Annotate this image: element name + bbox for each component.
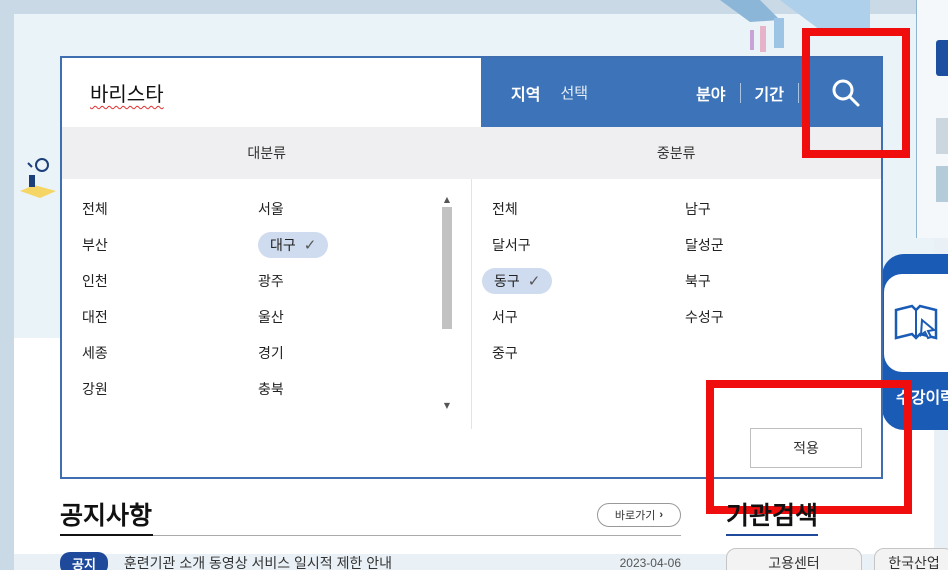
left-strip: [0, 0, 14, 570]
book-pointer-icon: [894, 304, 938, 340]
lightbulb-illustration: [20, 158, 56, 198]
category-item-label: 중구: [492, 345, 518, 361]
right-side-button[interactable]: [936, 40, 948, 76]
category-item-label: 대구: [270, 237, 296, 253]
category-item-label: 서울: [258, 201, 284, 217]
category-item-label: 동구: [494, 273, 520, 289]
goto-label: 바로가기: [614, 510, 656, 522]
notice-goto-button[interactable]: 바로가기 ›: [597, 503, 681, 527]
major-category-item[interactable]: 부산: [82, 232, 108, 258]
filter-divider: [797, 82, 799, 103]
minor-category-item[interactable]: 남구: [685, 196, 711, 222]
category-item-label: 수성구: [685, 309, 724, 325]
major-category-item[interactable]: 전체: [82, 196, 108, 222]
major-category-item[interactable]: 울산: [258, 304, 284, 330]
region-filter-value[interactable]: 선택: [560, 82, 588, 103]
category-headers: 대분류 중분류: [62, 127, 881, 179]
institution-search-title: 기관검색: [726, 502, 819, 530]
major-category-item[interactable]: 대구 ✓: [258, 232, 329, 258]
filter-divider: [739, 82, 741, 103]
category-item-label: 경기: [258, 345, 284, 361]
right-side-chip-2[interactable]: [936, 166, 948, 202]
scroll-up-arrow-icon[interactable]: ▲: [441, 193, 453, 205]
right-side-chip-1[interactable]: [936, 118, 948, 154]
search-bar: 바리스타 지역 선택 분야 기간: [62, 58, 881, 127]
notice-divider: [60, 535, 681, 536]
minor-category-item[interactable]: 서구: [492, 304, 518, 330]
category-item-label: 전체: [82, 201, 108, 217]
category-item-label: 강원: [82, 381, 108, 397]
chevron-right-icon: ›: [659, 509, 664, 521]
tab-employment-center[interactable]: 고용센터: [726, 548, 862, 570]
check-icon: ✓: [527, 273, 541, 290]
minor-category-item[interactable]: 북구: [685, 268, 711, 294]
category-item-label: 광주: [258, 273, 284, 289]
category-item-label: 세종: [82, 345, 108, 361]
minor-category-item[interactable]: 중구: [492, 340, 518, 366]
minor-category-item[interactable]: 수성구: [685, 304, 724, 330]
tab-korea-industry[interactable]: 한국산업: [874, 548, 948, 570]
category-item-label: 울산: [258, 309, 284, 325]
category-item-label: 인천: [82, 273, 108, 289]
notice-row[interactable]: 공지 훈련기관 소개 동영상 서비스 일시적 제한 안내 2023-04-06: [60, 551, 681, 570]
notice-section-title: 공지사항: [60, 502, 153, 530]
region-filter-label[interactable]: 지역: [511, 81, 540, 105]
search-input[interactable]: 바리스타: [62, 58, 481, 127]
category-item-label: 충북: [258, 381, 284, 397]
major-category-item[interactable]: 세종: [82, 340, 108, 366]
category-item-label: 대전: [82, 309, 108, 325]
notice-title-underline: [60, 534, 153, 536]
minor-category-item[interactable]: 동구 ✓: [482, 268, 553, 294]
major-list-scrollbar[interactable]: ▲ ▼: [441, 193, 453, 411]
major-category-item[interactable]: 광주: [258, 268, 284, 294]
minor-category-item[interactable]: 달성군: [685, 232, 724, 258]
course-history-icon-box: [884, 274, 948, 372]
scroll-down-arrow-icon[interactable]: ▼: [441, 399, 453, 411]
minor-category-item[interactable]: 달서구: [492, 232, 531, 258]
major-category-item[interactable]: 대전: [82, 304, 108, 330]
category-item-label: 달서구: [492, 237, 531, 253]
category-item-label: 부산: [82, 237, 108, 253]
major-category-item[interactable]: 서울: [258, 196, 284, 222]
check-icon: ✓: [303, 237, 317, 254]
major-category-item[interactable]: 강원: [82, 376, 108, 402]
search-query-text: 바리스타: [90, 84, 164, 106]
field-filter-label[interactable]: 분야: [696, 81, 725, 105]
major-category-item[interactable]: 경기: [258, 340, 284, 366]
category-item-label: 남구: [685, 201, 711, 217]
notice-date: 2023-04-06: [619, 556, 681, 570]
period-filter-label[interactable]: 기간: [755, 81, 784, 105]
institution-title-underline: [726, 534, 818, 536]
annotation-box-search: [802, 28, 910, 158]
notice-text[interactable]: 훈련기관 소개 동영상 서비스 일시적 제한 안내: [124, 553, 392, 570]
category-item-label: 북구: [685, 273, 711, 289]
category-item-label: 서구: [492, 309, 518, 325]
annotation-box-apply: [706, 380, 912, 514]
category-item-label: 달성군: [685, 237, 724, 253]
notice-badge: 공지: [60, 551, 108, 570]
major-category-header: 대분류: [247, 145, 287, 161]
category-item-label: 전체: [492, 201, 518, 217]
scroll-thumb[interactable]: [442, 207, 452, 329]
major-category-item[interactable]: 충북: [258, 376, 284, 402]
major-category-item[interactable]: 인천: [82, 268, 108, 294]
minor-category-item[interactable]: 전체: [492, 196, 518, 222]
